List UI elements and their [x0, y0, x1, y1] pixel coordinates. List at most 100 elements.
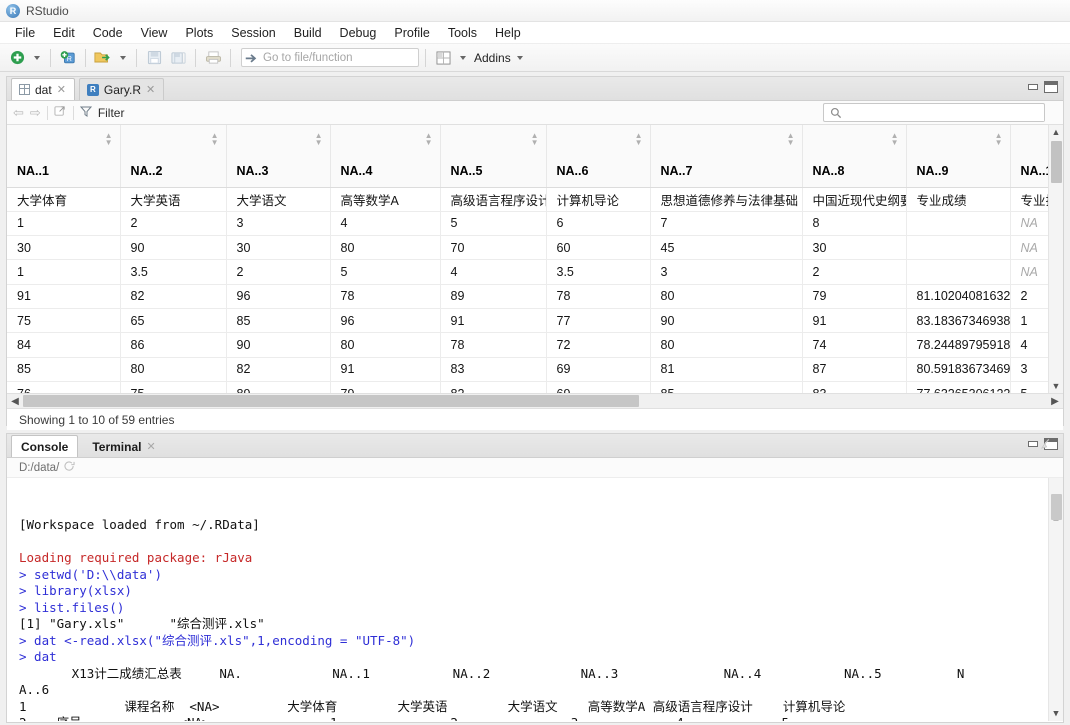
table-cell: 78.2448979591837	[906, 332, 1011, 358]
save-icon[interactable]	[143, 47, 165, 69]
table-row[interactable]: 918296788978807981.10204081632652	[7, 284, 1063, 309]
sort-toggle-icon[interactable]: ▲ ▼	[315, 132, 323, 147]
maximize-pane-icon[interactable]	[1044, 81, 1058, 93]
console-vertical-scrollbar[interactable]: ▲ ▼	[1048, 478, 1063, 721]
horizontal-scroll-thumb[interactable]	[23, 395, 639, 407]
column-header-na--2[interactable]: NA..2 ▲ ▼	[120, 125, 227, 188]
close-icon[interactable]: ✕	[146, 83, 155, 96]
table-row[interactable]: 1 2 3 4 5 6 7 8 NA	[7, 211, 1063, 237]
column-header-na--5[interactable]: NA..5 ▲ ▼	[440, 125, 547, 188]
table-row[interactable]: 30 90 30 80 70 60 45 30 NA	[7, 235, 1063, 261]
tab-console[interactable]: Console	[11, 435, 79, 457]
vertical-scroll-thumb[interactable]	[1051, 141, 1062, 183]
source-tab-gary-r-label: Gary.R	[103, 82, 142, 97]
column-header-na--3[interactable]: NA..3 ▲ ▼	[226, 125, 331, 188]
table-row[interactable]: 756585969177909183.18367346938781	[7, 308, 1063, 334]
table-row[interactable]: 858082918369818780.59183673469393	[7, 357, 1063, 382]
save-all-icon[interactable]	[167, 47, 189, 69]
column-header-na--8[interactable]: NA..8 ▲ ▼	[802, 125, 907, 188]
menu-item-help[interactable]: Help	[486, 24, 530, 42]
new-file-dropdown-icon[interactable]	[34, 55, 40, 60]
sort-toggle-icon[interactable]: ▲ ▼	[995, 132, 1003, 147]
sort-toggle-icon[interactable]: ▲ ▼	[891, 132, 899, 147]
menu-item-tools[interactable]: Tools	[439, 24, 486, 42]
console-line: > dat	[19, 649, 57, 664]
open-file-icon[interactable]	[92, 47, 114, 69]
menu-item-profile[interactable]: Profile	[385, 24, 438, 42]
console-scroll-thumb[interactable]	[1051, 494, 1062, 520]
table-horizontal-scrollbar[interactable]: ◀ ▶	[7, 393, 1063, 408]
new-file-icon[interactable]	[6, 47, 28, 69]
show-in-new-window-icon[interactable]	[64, 461, 75, 474]
table-row[interactable]: 大学体育 大学英语 大学语文 高等数学A 高级语言程序设计 计算机导论 思想道德修养与法律基…	[7, 187, 1063, 212]
close-icon[interactable]: ✕	[146, 440, 155, 453]
popout-window-icon[interactable]	[54, 105, 67, 120]
menu-item-file[interactable]: File	[6, 24, 44, 42]
addins-dropdown-icon[interactable]	[516, 55, 523, 60]
table-row[interactable]: 767589798269858377.63265306122455	[7, 381, 1063, 393]
table-row[interactable]: 848690807872807478.24489795918374	[7, 332, 1063, 358]
open-file-dropdown-icon[interactable]	[120, 55, 126, 60]
source-pane-window-buttons	[1026, 81, 1058, 93]
search-input[interactable]	[847, 104, 1044, 121]
sort-toggle-icon[interactable]: ▲ ▼	[531, 132, 539, 147]
column-header-na--7[interactable]: NA..7 ▲ ▼	[650, 125, 803, 188]
new-project-icon[interactable]: R	[57, 47, 79, 69]
table-row[interactable]: 1 3.5 2 5 4 3.5 3 2 NA	[7, 259, 1063, 285]
clear-console-icon[interactable]	[1040, 438, 1053, 453]
scroll-down-icon[interactable]: ▼	[1049, 707, 1063, 721]
column-header-na--4[interactable]: NA..4 ▲ ▼	[330, 125, 441, 188]
table-cell: 高级语言程序设计	[440, 187, 547, 212]
sort-toggle-icon[interactable]: ▲ ▼	[425, 132, 433, 147]
console-line: X13计二成绩汇总表 NA. NA..1 NA..2 NA..3 NA..4 N…	[19, 665, 965, 681]
table-cell: 91	[330, 357, 441, 382]
forward-arrow-icon[interactable]: ⇨	[30, 105, 41, 121]
menu-item-view[interactable]: View	[132, 24, 177, 42]
menu-item-session[interactable]: Session	[222, 24, 284, 42]
table-vertical-scrollbar[interactable]: ▲ ▼	[1048, 125, 1063, 393]
sort-toggle-icon[interactable]: ▲ ▼	[635, 132, 643, 147]
close-icon[interactable]: ✕	[57, 83, 66, 96]
sort-toggle-icon[interactable]: ▲ ▼	[105, 132, 113, 147]
sort-toggle-icon[interactable]: ▲ ▼	[787, 132, 795, 147]
goto-file-function-box[interactable]: Go to file/function	[241, 48, 419, 67]
minimize-pane-icon[interactable]	[1026, 81, 1040, 93]
source-tab-strip: dat ✕ R Gary.R ✕	[7, 77, 1063, 101]
addins-button[interactable]: Addins	[474, 51, 511, 65]
minimize-pane-icon[interactable]	[1026, 438, 1040, 450]
working-directory-label[interactable]: D:/data/	[19, 462, 59, 474]
menu-item-code[interactable]: Code	[84, 24, 132, 42]
table-cell: 75	[7, 308, 121, 334]
scroll-down-icon[interactable]: ▼	[1049, 379, 1063, 393]
table-cell: 77	[546, 308, 651, 334]
menu-item-edit[interactable]: Edit	[44, 24, 84, 42]
workspace-panes-icon[interactable]	[432, 47, 454, 69]
search-icon	[830, 107, 842, 118]
column-header-na--6[interactable]: NA..6 ▲ ▼	[546, 125, 651, 188]
source-tab-gary-r[interactable]: R Gary.R ✕	[78, 78, 165, 100]
source-tab-dat[interactable]: dat ✕	[11, 78, 75, 100]
scroll-left-icon[interactable]: ◀	[7, 396, 23, 407]
workspace-panes-dropdown-icon[interactable]	[460, 55, 466, 60]
menu-bar: File Edit Code View Plots Session Build …	[0, 22, 1070, 44]
table-cell: 85	[7, 357, 121, 382]
table-cell: 65	[120, 308, 227, 334]
filter-button-label[interactable]: Filter	[98, 106, 125, 120]
table-cell: 高等数学A	[330, 187, 441, 212]
toolbar-separator	[195, 48, 196, 67]
tab-terminal[interactable]: Terminal ✕	[82, 435, 165, 457]
column-header-na--9[interactable]: NA..9 ▲ ▼	[906, 125, 1011, 188]
console-output[interactable]: [Workspace loaded from ~/.RData] Loading…	[7, 478, 1063, 721]
print-icon[interactable]	[202, 47, 224, 69]
menu-item-build[interactable]: Build	[285, 24, 331, 42]
sort-toggle-icon[interactable]: ▲ ▼	[211, 132, 219, 147]
scroll-right-icon[interactable]: ▶	[1047, 396, 1063, 407]
entries-count-label: Showing 1 to 10 of 59 entries	[19, 412, 175, 427]
back-arrow-icon[interactable]: ⇦	[13, 105, 24, 121]
filter-icon[interactable]	[79, 106, 92, 120]
column-header-na--1[interactable]: NA..1 ▲ ▼	[7, 125, 121, 188]
data-search-box[interactable]	[823, 103, 1045, 122]
scroll-up-icon[interactable]: ▲	[1049, 125, 1063, 139]
menu-item-plots[interactable]: Plots	[176, 24, 222, 42]
menu-item-debug[interactable]: Debug	[331, 24, 386, 42]
